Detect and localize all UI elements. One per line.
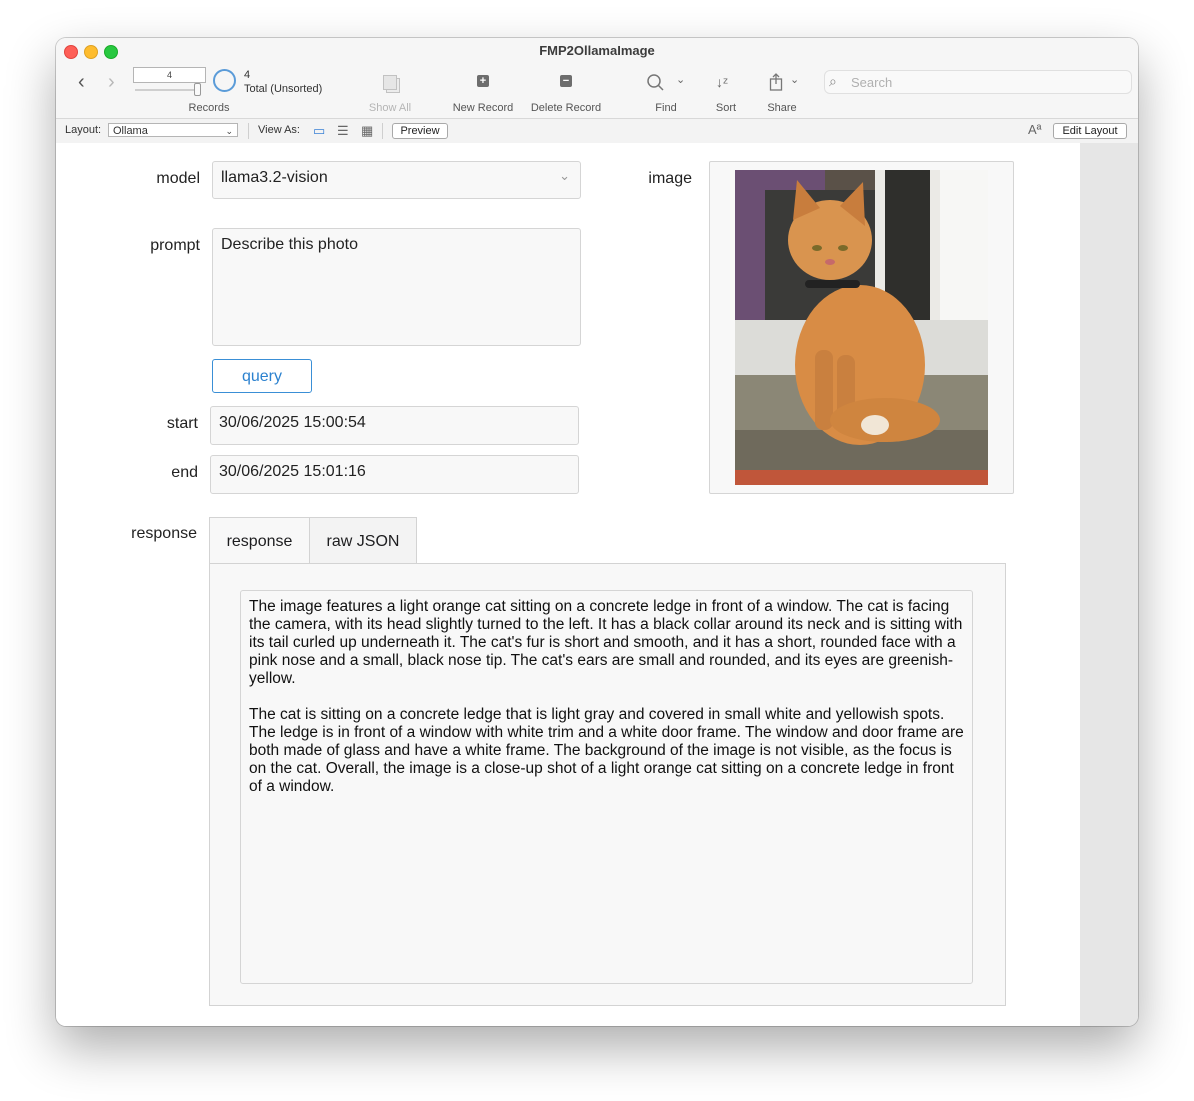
response-label: response bbox=[131, 525, 197, 542]
image-label: image bbox=[648, 170, 692, 187]
sort-label: Sort bbox=[715, 102, 737, 114]
query-button[interactable]: query bbox=[212, 359, 312, 393]
chevron-down-icon[interactable]: ⌄ bbox=[790, 73, 799, 86]
layout-select-value: Ollama bbox=[113, 125, 148, 137]
chevron-left-icon[interactable]: ‹ bbox=[78, 72, 85, 92]
window-title: FMP2OllamaImage bbox=[539, 43, 655, 58]
new-record-label: New Record bbox=[452, 102, 514, 114]
tab-response[interactable]: response bbox=[209, 517, 310, 564]
prompt-field[interactable]: Describe this photo bbox=[212, 228, 581, 346]
delete-record-label: Delete Record bbox=[530, 102, 602, 114]
preview-button[interactable]: Preview bbox=[392, 123, 448, 139]
response-paragraph-2: The cat is sitting on a concrete ledge t… bbox=[249, 706, 964, 795]
magnifier-icon bbox=[647, 74, 664, 91]
end-label: end bbox=[171, 464, 198, 481]
edit-layout-button[interactable]: Edit Layout bbox=[1053, 123, 1127, 139]
end-field[interactable]: 30/06/2025 15:01:16 bbox=[210, 455, 579, 494]
record-slider-handle[interactable] bbox=[194, 83, 201, 96]
layout-bar: Layout: Ollama ⌄ View As: ▭ ☰ ▦ Preview … bbox=[56, 118, 1138, 144]
divider bbox=[382, 123, 383, 139]
response-field[interactable]: The image features a light orange cat si… bbox=[240, 590, 973, 984]
chevron-down-icon: ⌄ bbox=[559, 168, 570, 183]
current-record-field[interactable]: 4 bbox=[133, 67, 206, 83]
start-label: start bbox=[166, 415, 198, 432]
layout-label: Layout: bbox=[65, 124, 102, 136]
plus-icon: + bbox=[477, 75, 489, 87]
model-select[interactable]: llama3.2-vision ⌄ bbox=[212, 161, 581, 199]
toolbar: FMP2OllamaImage ‹ › 4 4 Total (Unsorted)… bbox=[56, 38, 1138, 118]
image-container-field[interactable] bbox=[709, 161, 1014, 494]
share-label: Share bbox=[767, 102, 797, 114]
records-label: Records bbox=[188, 102, 230, 114]
view-as-label: View As: bbox=[258, 124, 300, 136]
response-tab-panel: The image features a light orange cat si… bbox=[209, 563, 1006, 1006]
minus-icon: − bbox=[560, 75, 572, 87]
sort-icon: ↓ᶻ bbox=[716, 74, 729, 90]
chevron-down-icon: ⌄ bbox=[225, 126, 233, 136]
search-field[interactable]: ⌕ bbox=[824, 70, 1132, 94]
app-window: FMP2OllamaImage ‹ › 4 4 Total (Unsorted)… bbox=[56, 38, 1138, 1026]
start-field[interactable]: 30/06/2025 15:00:54 bbox=[210, 406, 579, 445]
right-gutter bbox=[1080, 143, 1138, 1026]
show-all-icon-back bbox=[383, 75, 397, 90]
form-content: model llama3.2-vision ⌄ prompt Describe … bbox=[56, 143, 1080, 1026]
cat-photo bbox=[735, 170, 988, 485]
record-slider[interactable] bbox=[135, 89, 201, 91]
prompt-label: prompt bbox=[150, 237, 200, 254]
tab-raw-json[interactable]: raw JSON bbox=[309, 517, 417, 564]
text-format-icon[interactable]: Aª bbox=[1028, 122, 1041, 137]
response-paragraph-1: The image features a light orange cat si… bbox=[249, 598, 963, 687]
search-input[interactable] bbox=[851, 74, 1121, 90]
model-label: model bbox=[156, 170, 200, 187]
table-view-icon[interactable]: ▦ bbox=[361, 123, 373, 138]
share-icon bbox=[769, 73, 783, 91]
model-value: llama3.2-vision bbox=[221, 169, 328, 186]
chevron-down-icon[interactable]: ⌄ bbox=[676, 73, 685, 86]
layout-select[interactable]: Ollama ⌄ bbox=[108, 123, 238, 137]
list-view-icon[interactable]: ☰ bbox=[337, 123, 349, 138]
cat-image bbox=[735, 170, 988, 485]
chevron-right-icon[interactable]: › bbox=[108, 72, 115, 92]
record-pie-icon bbox=[213, 69, 236, 92]
show-all-label: Show All bbox=[368, 102, 412, 114]
form-view-icon[interactable]: ▭ bbox=[313, 123, 325, 138]
record-total: Total (Unsorted) bbox=[244, 83, 323, 95]
find-label: Find bbox=[655, 102, 677, 114]
record-count: 4 bbox=[244, 69, 251, 81]
divider bbox=[248, 123, 249, 139]
search-icon: ⌕ bbox=[829, 73, 837, 89]
